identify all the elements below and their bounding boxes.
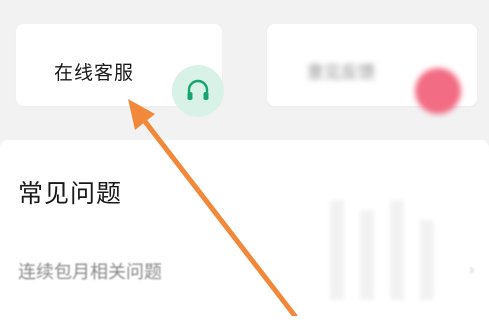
faq-title: 常见问题 (18, 179, 123, 208)
background-decoration (330, 200, 434, 300)
feedback-button[interactable]: 意见反馈 (267, 24, 477, 114)
feedback-label: 意见反馈 (307, 63, 375, 83)
feedback-icon (415, 68, 461, 114)
chevron-right-icon: › (468, 260, 475, 279)
faq-section: 常见问题 连续包月相关问题 › (0, 140, 489, 330)
headset-icon (172, 65, 224, 117)
online-service-button[interactable]: 在线客服 (16, 24, 224, 117)
online-service-label: 在线客服 (54, 62, 135, 84)
faq-item-label: 连续包月相关问题 (18, 262, 162, 283)
